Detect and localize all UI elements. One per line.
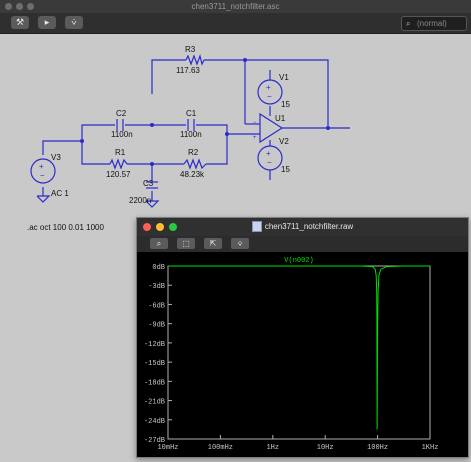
- c3-name: C3: [143, 179, 154, 188]
- svg-text:+: +: [266, 149, 271, 158]
- y-tick-label: -24dB: [144, 418, 165, 426]
- svg-text:−: −: [253, 120, 257, 126]
- title-bar: chen3711_notchfilter.asc: [0, 0, 471, 13]
- window-title: chen3711_notchfilter.asc: [191, 2, 280, 11]
- svg-text:+: +: [266, 83, 271, 92]
- svg-text:+: +: [39, 162, 44, 171]
- r2-value: 48.23k: [180, 170, 205, 179]
- v1-name: V1: [279, 73, 289, 82]
- hammer-icon[interactable]: ⚒: [11, 16, 29, 29]
- y-tick-label: -6dB: [148, 302, 165, 310]
- r2-name: R2: [188, 148, 199, 157]
- c2-name: C2: [116, 109, 127, 118]
- r3-value: 117.63: [176, 66, 200, 75]
- y-tick-label: -18dB: [144, 379, 165, 387]
- toolbar: ⚒ ▸ ⩒ ⌕ (normal): [0, 13, 471, 34]
- waveform-window: chen3711_notchfilter.raw ⌕ ⬚ ⇱ ⩒ 0dB -3dB…: [136, 217, 469, 458]
- svg-text:−: −: [40, 171, 45, 180]
- y-tick-label: -21dB: [144, 399, 165, 407]
- search-placeholder: (normal): [417, 19, 447, 28]
- y-tick-label: -9dB: [148, 322, 165, 330]
- probe-icon[interactable]: ⩒: [231, 238, 249, 249]
- autorange-icon[interactable]: ⬚: [177, 238, 195, 249]
- v1-value: 15: [281, 100, 290, 109]
- y-tick-label: 0dB: [152, 264, 165, 272]
- c3-value: 2200n: [129, 196, 151, 205]
- y-tick-label: -15dB: [144, 360, 165, 368]
- search-field[interactable]: ⌕ (normal): [401, 16, 467, 31]
- svg-text:−: −: [267, 92, 272, 101]
- v2-value: 15: [281, 165, 290, 174]
- probe-icon[interactable]: ⩒: [65, 16, 83, 29]
- y-tick-label: -3dB: [148, 283, 165, 291]
- file-icon: [251, 221, 262, 233]
- x-tick-label: 10mHz: [157, 444, 178, 452]
- v2-name: V2: [279, 137, 289, 146]
- y-tick-label: -12dB: [144, 341, 165, 349]
- bode-chart[interactable]: 0dB -3dB -6dB -9dB -12dB -15dB -18dB -21dB -24dB…: [137, 252, 468, 457]
- c1-value: 1100n: [180, 130, 202, 139]
- v3-value: AC 1: [51, 189, 69, 198]
- plot-frame: [167, 265, 431, 440]
- trace-label: V(n002): [284, 257, 313, 265]
- r1-name: R1: [115, 148, 126, 157]
- u1-name: U1: [275, 114, 286, 123]
- v3-name: V3: [51, 153, 61, 162]
- svg-text:−: −: [267, 158, 272, 167]
- c1-name: C1: [186, 109, 197, 118]
- x-tick-label: 100mHz: [208, 444, 233, 452]
- r3-name: R3: [185, 45, 196, 54]
- x-tick-label: 100Hz: [367, 444, 388, 452]
- x-tick-label: 1KHz: [422, 444, 439, 452]
- series-line-vn002: [168, 265, 430, 430]
- c2-value: 1100n: [111, 130, 133, 139]
- waveform-title-bar: chen3711_notchfilter.raw: [137, 218, 468, 236]
- r1-value: 120.57: [106, 170, 131, 179]
- x-tick-label: 10Hz: [317, 444, 334, 452]
- waveform-title: chen3711_notchfilter.raw: [264, 222, 354, 231]
- svg-text:+: +: [253, 135, 257, 141]
- spice-directive[interactable]: .ac oct 100 0.01 1000: [27, 223, 104, 232]
- waveform-plot[interactable]: 0dB -3dB -6dB -9dB -12dB -15dB -18dB -21dB -24dB…: [137, 252, 468, 457]
- zoom-icon[interactable]: ⌕: [150, 238, 168, 249]
- search-icon: ⌕: [406, 19, 411, 28]
- waveform-toolbar: ⌕ ⬚ ⇱ ⩒: [137, 236, 468, 252]
- x-tick-label: 1Hz: [266, 444, 279, 452]
- run-icon[interactable]: ▸: [38, 16, 56, 29]
- fit-icon[interactable]: ⇱: [204, 238, 222, 249]
